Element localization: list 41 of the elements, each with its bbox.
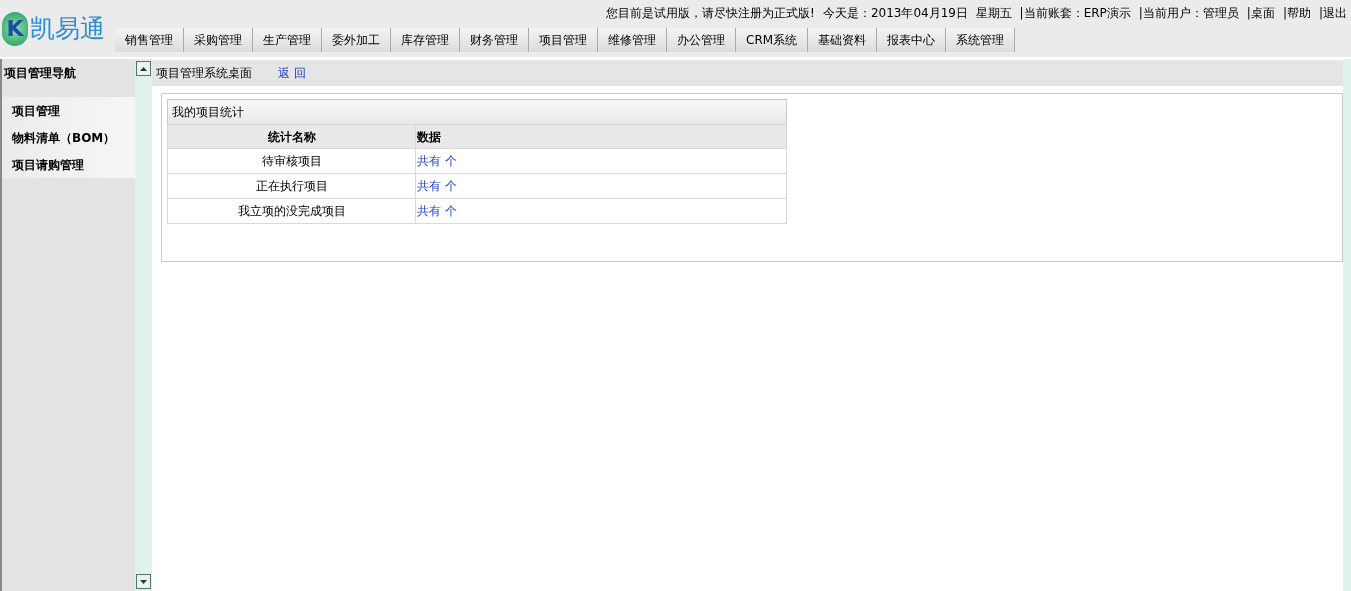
- column-header: 统计名称: [167, 124, 416, 149]
- logo-icon: K: [2, 11, 28, 46]
- scroll-down-button[interactable]: [136, 574, 151, 589]
- table-cell: 共有 个: [415, 148, 787, 174]
- nav-tab[interactable]: 财务管理: [460, 28, 529, 52]
- down-arrow-icon: [140, 579, 147, 584]
- header-link[interactable]: |桌面: [1246, 4, 1275, 22]
- scroll-up-button[interactable]: [136, 61, 151, 76]
- logo-text: 凯易通: [30, 16, 105, 41]
- header-link[interactable]: |帮助: [1282, 4, 1311, 22]
- nav-tab[interactable]: 维修管理: [598, 28, 667, 52]
- table-cell: 共有 个: [415, 173, 787, 199]
- nav-tab[interactable]: 生产管理: [253, 28, 322, 52]
- nav-tab[interactable]: CRM系统: [736, 28, 809, 52]
- date-text: 今天是：2013年04月19日 星期五: [822, 5, 1012, 22]
- table-cell: 共有 个: [415, 198, 787, 224]
- sidebar-item[interactable]: 项目请购管理: [2, 151, 135, 178]
- nav-tab[interactable]: 库存管理: [391, 28, 460, 52]
- sidebar-item[interactable]: 项目管理: [2, 97, 135, 124]
- trial-notice: 您目前是试用版，请尽快注册为正式版!: [606, 5, 815, 22]
- table-cell: 正在执行项目: [167, 173, 416, 199]
- back-link[interactable]: 返 回: [278, 64, 306, 82]
- header-link[interactable]: |退出: [1318, 4, 1347, 22]
- nav-tab[interactable]: 报表中心: [877, 28, 947, 52]
- table-title: 我的项目统计: [167, 99, 787, 125]
- up-arrow-icon: [140, 66, 147, 71]
- nav-tab[interactable]: 基础资料: [808, 28, 878, 52]
- sidebar-title: 项目管理导航: [3, 65, 77, 82]
- nav-tab[interactable]: 委外加工: [322, 28, 391, 52]
- user-text: |当前用户：管理员: [1138, 5, 1239, 22]
- table-cell: 待审核项目: [167, 148, 416, 174]
- column-header: 数据: [415, 124, 787, 149]
- nav-tab[interactable]: 办公管理: [667, 28, 736, 52]
- nav-tab[interactable]: 项目管理: [529, 28, 598, 52]
- nav-tab[interactable]: 系统管理: [946, 28, 1016, 52]
- breadcrumb-title: 项目管理系统桌面: [156, 65, 252, 82]
- account-text: |当前账套：ERP演示: [1019, 5, 1131, 22]
- sidebar-item[interactable]: 物料清单（BOM）: [2, 124, 135, 151]
- nav-tab[interactable]: 采购管理: [184, 28, 253, 52]
- table-cell: 我立项的没完成项目: [167, 198, 416, 224]
- nav-tab[interactable]: 销售管理: [115, 28, 184, 52]
